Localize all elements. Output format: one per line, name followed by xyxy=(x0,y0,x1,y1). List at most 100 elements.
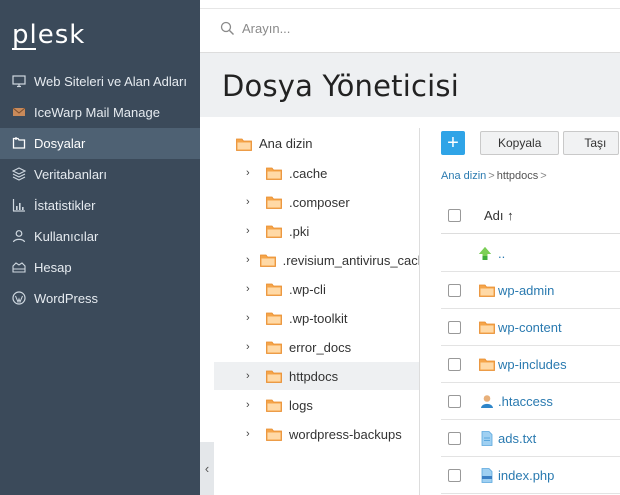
tree-item[interactable]: › .wp-toolkit xyxy=(214,304,419,332)
sidebar-item-wordpress[interactable]: WordPress xyxy=(0,283,200,314)
add-button[interactable]: + xyxy=(441,131,465,155)
sidebar-item-label: WordPress xyxy=(34,291,99,306)
row-checkbox[interactable] xyxy=(448,431,461,445)
folder-icon xyxy=(236,138,252,151)
row-checkbox[interactable] xyxy=(448,357,461,371)
sidebar-item-websites[interactable]: Web Siteleri ve Alan Adları xyxy=(0,66,200,97)
move-button[interactable]: Taşı xyxy=(563,131,620,155)
sidebar-collapse-button[interactable]: ‹ xyxy=(200,442,214,495)
table-row[interactable]: wp-content xyxy=(441,309,620,346)
sidebar-item-icewarp[interactable]: IceWarp Mail Manage xyxy=(0,97,200,128)
tree-item[interactable]: › .composer xyxy=(214,188,419,216)
file-name-link[interactable]: wp-admin xyxy=(498,283,554,298)
chevron-right-icon[interactable]: › xyxy=(246,254,250,266)
row-checkbox[interactable] xyxy=(448,394,461,408)
top-search-bar xyxy=(200,8,620,53)
tree-root[interactable]: Ana dizin xyxy=(236,136,312,151)
chevron-right-icon[interactable]: › xyxy=(246,283,256,295)
row-checkbox[interactable] xyxy=(448,320,461,334)
sidebar-nav: Web Siteleri ve Alan Adları IceWarp Mail… xyxy=(0,66,200,314)
tree-root-label: Ana dizin xyxy=(259,136,313,151)
tree-item[interactable]: › .wp-cli xyxy=(214,275,419,303)
chevron-right-icon[interactable]: › xyxy=(246,225,256,237)
user-icon xyxy=(12,229,26,243)
folder-icon xyxy=(479,283,495,298)
folder-icon xyxy=(266,196,282,209)
plesk-app: plesk Web Siteleri ve Alan Adları IceWar… xyxy=(0,0,620,495)
file-name-link[interactable]: .. xyxy=(498,246,505,261)
sidebar-item-label: Dosyalar xyxy=(34,136,86,151)
file-name-link[interactable]: ads.txt xyxy=(498,431,536,446)
table-row[interactable]: wp-admin xyxy=(441,272,620,309)
tree-item-label: .wp-toolkit xyxy=(289,310,348,326)
folder-icon xyxy=(479,320,495,335)
chevron-right-icon[interactable]: › xyxy=(246,399,256,411)
folder-icon xyxy=(266,283,282,296)
row-checkbox[interactable] xyxy=(448,468,461,482)
folder-icon xyxy=(266,312,282,325)
table-row[interactable]: ads.txt xyxy=(441,420,620,457)
select-all-checkbox[interactable] xyxy=(448,209,461,222)
folder-icon xyxy=(259,254,276,267)
text-file-icon xyxy=(479,430,495,446)
folder-icon xyxy=(266,370,282,383)
table-row[interactable]: .htaccess xyxy=(441,383,620,420)
php-file-icon xyxy=(479,467,495,483)
tree-item[interactable]: › logs xyxy=(214,391,419,419)
breadcrumb: Ana dizin > httpdocs > xyxy=(441,170,549,182)
tree-item-label: .wp-cli xyxy=(289,281,326,297)
tree-item[interactable]: › .pki xyxy=(214,217,419,245)
user-file-icon xyxy=(479,394,495,409)
chevron-right-icon[interactable]: › xyxy=(246,167,256,179)
tree-item-label: httpdocs xyxy=(289,368,339,384)
sidebar: plesk Web Siteleri ve Alan Adları IceWar… xyxy=(0,0,200,495)
chevron-right-icon[interactable]: › xyxy=(246,196,256,208)
sidebar-item-label: İstatistikler xyxy=(34,198,96,213)
sidebar-item-account[interactable]: Hesap xyxy=(0,252,200,283)
mail-icon xyxy=(12,105,26,119)
breadcrumb-separator: > xyxy=(540,170,547,182)
sidebar-item-label: IceWarp Mail Manage xyxy=(34,105,160,120)
sidebar-item-users[interactable]: Kullanıcılar xyxy=(0,221,200,252)
tree-item[interactable]: › wordpress-backups xyxy=(214,420,419,448)
table-row[interactable]: .. xyxy=(441,235,620,272)
tree-item[interactable]: › .revisium_antivirus_cache xyxy=(214,246,419,274)
tree-item[interactable]: › error_docs xyxy=(214,333,419,361)
name-column-header[interactable]: Adı ↑ xyxy=(484,208,514,223)
database-icon xyxy=(12,167,26,181)
folder-icon xyxy=(266,428,282,441)
file-toolbar: + Kopyala Taşı xyxy=(441,131,620,155)
file-name-link[interactable]: wp-content xyxy=(498,320,562,335)
wordpress-icon xyxy=(12,291,26,305)
sidebar-item-label: Veritabanları xyxy=(34,167,107,182)
tree-item[interactable]: › httpdocs xyxy=(214,362,419,390)
folder-icon xyxy=(266,341,282,354)
file-name-link[interactable]: index.php xyxy=(498,468,554,483)
copy-button[interactable]: Kopyala xyxy=(480,131,560,155)
monitor-icon xyxy=(12,74,26,88)
tree-item-label: .pki xyxy=(289,223,310,239)
file-name-link[interactable]: .htaccess xyxy=(498,394,553,409)
folder-icon xyxy=(479,357,495,372)
file-name-link[interactable]: wp-includes xyxy=(498,357,567,372)
folder-icon xyxy=(266,225,282,238)
row-checkbox[interactable] xyxy=(448,283,461,297)
tree-item[interactable]: › .cache xyxy=(214,159,419,187)
account-icon xyxy=(12,260,26,274)
search-box xyxy=(220,21,542,36)
chevron-right-icon[interactable]: › xyxy=(246,341,256,353)
table-row[interactable]: wp-includes xyxy=(441,346,620,383)
breadcrumb-root-link[interactable]: Ana dizin xyxy=(441,170,486,182)
chevron-right-icon[interactable]: › xyxy=(246,312,256,324)
plesk-logo[interactable]: plesk xyxy=(12,20,85,50)
chevron-right-icon[interactable]: › xyxy=(246,428,256,440)
search-input[interactable] xyxy=(242,21,542,36)
parent-dir-icon xyxy=(477,246,493,261)
chart-icon xyxy=(12,198,26,212)
sidebar-item-files[interactable]: Dosyalar xyxy=(0,128,200,159)
sidebar-item-databases[interactable]: Veritabanları xyxy=(0,159,200,190)
chevron-right-icon[interactable]: › xyxy=(246,370,256,382)
sidebar-item-statistics[interactable]: İstatistikler xyxy=(0,190,200,221)
table-row[interactable]: index.php xyxy=(441,457,620,494)
tree-item-label: .cache xyxy=(289,165,328,181)
